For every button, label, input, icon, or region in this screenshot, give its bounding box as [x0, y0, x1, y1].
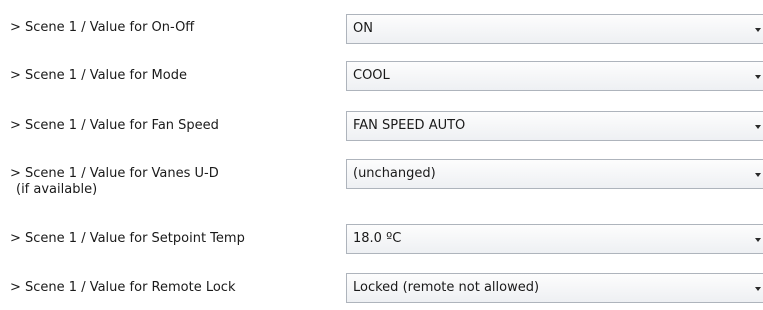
setting-row-on-off: > Scene 1 / Value for On-Off ON [0, 7, 763, 51]
setting-row-fan-speed: > Scene 1 / Value for Fan Speed FAN SPEE… [0, 104, 763, 148]
chevron-down-icon[interactable] [755, 28, 761, 32]
setpoint-temp-selected-value: 18.0 ºC [353, 231, 402, 246]
chevron-down-icon[interactable] [755, 125, 761, 129]
setting-label-vanes-ud-text: > Scene 1 / Value for Vanes U-D [10, 166, 219, 181]
chevron-down-icon[interactable] [755, 173, 761, 177]
chevron-down-icon[interactable] [755, 287, 761, 291]
on-off-selected-value: ON [353, 21, 373, 36]
fan-speed-dropdown[interactable]: FAN SPEED AUTO [346, 111, 763, 141]
setting-row-setpoint-temp: > Scene 1 / Value for Setpoint Temp 18.0… [0, 217, 763, 261]
setting-label-fan-speed: > Scene 1 / Value for Fan Speed [10, 118, 219, 133]
chevron-down-icon[interactable] [755, 238, 761, 242]
remote-lock-selected-value: Locked (remote not allowed) [353, 280, 540, 295]
setting-row-vanes-ud: > Scene 1 / Value for Vanes U-D (if avai… [0, 152, 763, 212]
setting-row-mode: > Scene 1 / Value for Mode COOL [0, 55, 763, 99]
setting-sublabel-vanes-ud: (if available) [16, 182, 98, 197]
vanes-ud-selected-value: (unchanged) [353, 166, 436, 181]
on-off-dropdown[interactable]: ON [346, 14, 763, 44]
fan-speed-selected-value: FAN SPEED AUTO [353, 118, 466, 133]
vanes-ud-dropdown[interactable]: (unchanged) [346, 159, 763, 189]
setting-label-vanes-ud: > Scene 1 / Value for Vanes U-D (if avai… [10, 166, 219, 198]
setting-label-on-off: > Scene 1 / Value for On-Off [10, 20, 195, 35]
mode-selected-value: COOL [353, 68, 390, 83]
setting-row-remote-lock: > Scene 1 / Value for Remote Lock Locked… [0, 266, 763, 310]
setting-label-mode: > Scene 1 / Value for Mode [10, 68, 187, 83]
setting-label-remote-lock: > Scene 1 / Value for Remote Lock [10, 280, 236, 295]
setting-label-setpoint-temp: > Scene 1 / Value for Setpoint Temp [10, 231, 245, 246]
remote-lock-dropdown[interactable]: Locked (remote not allowed) [346, 273, 763, 303]
chevron-down-icon[interactable] [755, 75, 761, 79]
setpoint-temp-dropdown[interactable]: 18.0 ºC [346, 224, 763, 254]
mode-dropdown[interactable]: COOL [346, 61, 763, 91]
